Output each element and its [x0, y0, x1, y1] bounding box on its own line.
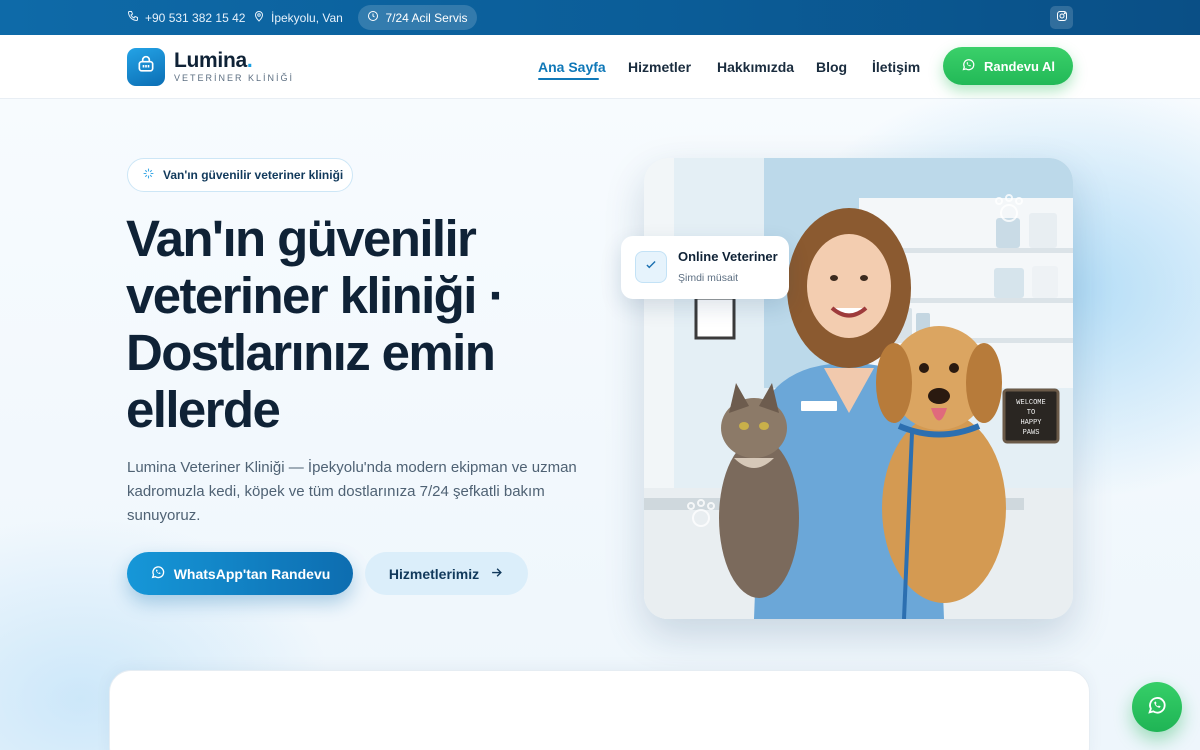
main-navigation: Lumina. VETERİNER KLİNİĞİ Ana Sayfa Hizm… [0, 35, 1200, 99]
nav-link-contact[interactable]: İletişim [872, 59, 920, 75]
status-card-title: Online Veteriner [678, 249, 778, 264]
hero-description: Lumina Veteriner Kliniği — İpekyolu'nda … [127, 459, 577, 524]
location-info: İpekyolu, Van [253, 0, 343, 35]
services-button[interactable]: Hizmetlerimiz [365, 552, 528, 595]
phone-number: +90 531 382 15 42 [145, 10, 246, 25]
appointment-button[interactable]: Randevu Al [943, 47, 1073, 85]
logo-mark[interactable] [127, 48, 165, 86]
sign-line: HAPPY [1020, 419, 1042, 427]
hero-photo: WELCOME TO HAPPY PAWS [644, 158, 1073, 619]
nav-link-home[interactable]: Ana Sayfa [538, 59, 606, 75]
top-bar: +90 531 382 15 42 İpekyolu, Van 7/24 Aci… [0, 0, 1200, 35]
checkmark-icon [644, 258, 658, 277]
emergency-badge: 7/24 Acil Servis [358, 5, 477, 30]
nav-link-blog[interactable]: Blog [816, 59, 847, 75]
emergency-text: 7/24 Acil Servis [385, 10, 468, 25]
instagram-button[interactable] [1050, 6, 1073, 29]
whatsapp-appointment-button[interactable]: WhatsApp'tan Randevu [127, 552, 353, 595]
online-vet-status-card: Online Veteriner Şimdi müsait [621, 236, 789, 299]
brand-name[interactable]: Lumina. [174, 49, 253, 73]
headline-line: Dostlarınız emin [126, 324, 496, 381]
location-text: İpekyolu, Van [271, 10, 343, 25]
whatsapp-appointment-label: WhatsApp'tan Randevu [173, 565, 331, 582]
headline-line: Van'ın güvenilir [126, 210, 477, 267]
sparkle-icon [142, 167, 155, 183]
whatsapp-icon [1146, 694, 1168, 721]
active-nav-indicator [538, 78, 599, 80]
hero-headline: Van'ın güvenilir veteriner kliniği · Dos… [126, 210, 596, 438]
welcome-sign: WELCOME TO HAPPY PAWS [1002, 388, 1060, 444]
appointment-button-label: Randevu Al [983, 58, 1056, 74]
floating-whatsapp-button[interactable] [1132, 682, 1182, 732]
clock-icon [367, 10, 379, 25]
phone-contact[interactable]: +90 531 382 15 42 [127, 0, 245, 35]
vet-with-pets-illustration: WELCOME TO HAPPY PAWS [644, 158, 1073, 619]
services-button-label: Hizmetlerimiz [388, 565, 480, 582]
checkmark-badge [635, 251, 667, 283]
instagram-icon [1056, 10, 1068, 25]
whatsapp-icon [961, 57, 976, 75]
status-card-subtitle: Şimdi müsait [678, 272, 739, 284]
info-card [109, 670, 1090, 750]
arrow-right-icon [489, 565, 504, 583]
whatsapp-icon [150, 564, 166, 583]
pet-carrier-icon [136, 55, 156, 80]
phone-icon [127, 10, 139, 25]
headline-line: veteriner kliniği · [126, 267, 505, 324]
headline-line: ellerde [126, 381, 281, 438]
sign-line: PAWS [1023, 429, 1040, 437]
hero-badge-text: Van'ın güvenilir veteriner kliniği [163, 168, 344, 182]
hero-badge: Van'ın güvenilir veteriner kliniği [127, 158, 353, 192]
nav-link-about[interactable]: Hakkımızda [717, 59, 794, 75]
nav-link-services[interactable]: Hizmetler [628, 59, 691, 75]
location-pin-icon [253, 10, 265, 25]
brand-tagline: VETERİNER KLİNİĞİ [174, 73, 295, 83]
sign-line: WELCOME [1016, 399, 1045, 407]
sign-line: TO [1027, 409, 1035, 417]
